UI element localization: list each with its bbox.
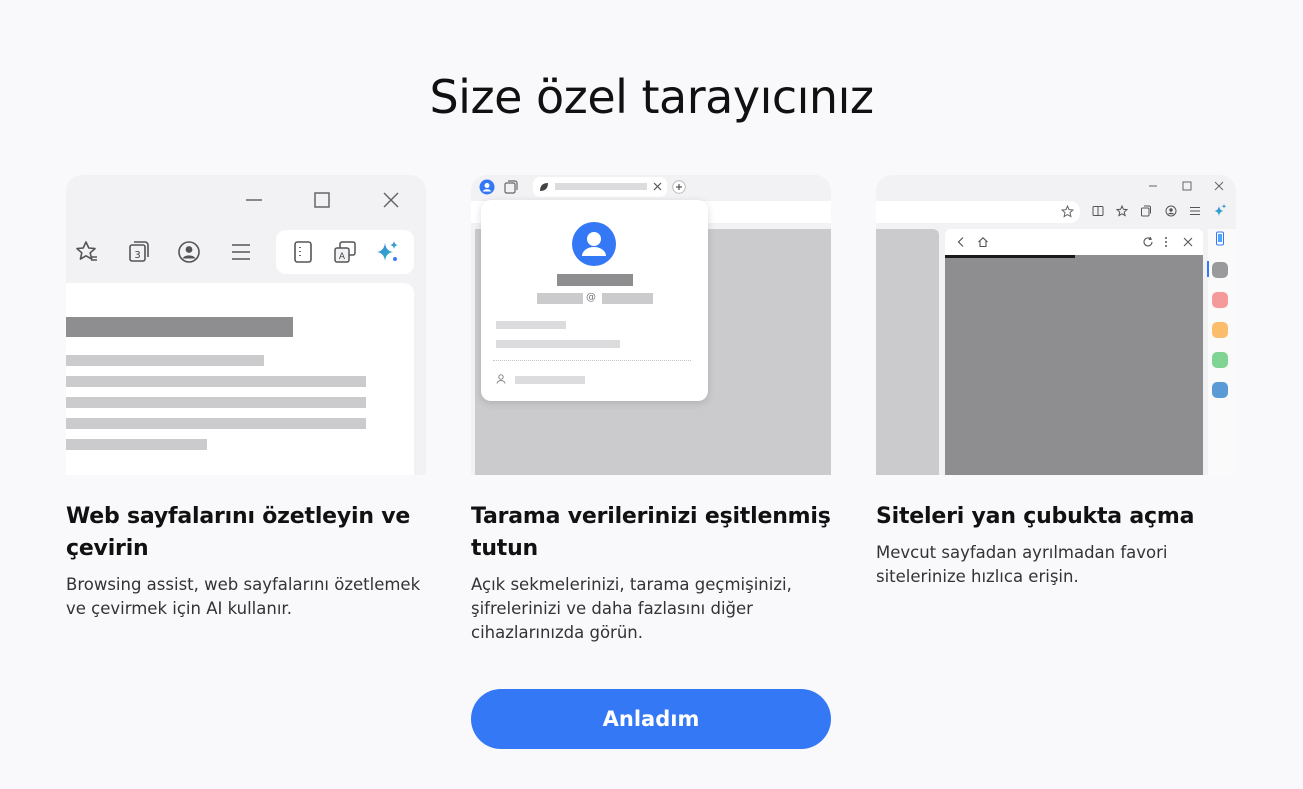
tabs-count-icon	[503, 179, 519, 195]
feature-card-sync: @ Tarama verilerinizi eşitlenmiş tutun A…	[471, 175, 831, 645]
profile-avatar-icon	[479, 179, 495, 195]
favorites-icon	[1116, 205, 1128, 217]
account-avatar-icon	[572, 222, 616, 266]
reload-icon	[1142, 236, 1154, 248]
illustration-sync: @	[471, 175, 831, 475]
tab-count-badge: 3	[134, 250, 140, 261]
tab-close-icon	[653, 182, 662, 191]
maximize-icon	[312, 191, 332, 209]
profile-icon	[176, 239, 202, 265]
email-user-placeholder	[537, 293, 583, 304]
close-icon	[381, 190, 401, 210]
ai-sparkle-icon	[1212, 203, 1228, 219]
sidebar-site-icon	[1212, 262, 1228, 278]
phone-icon	[1214, 231, 1226, 247]
close-icon	[1214, 181, 1224, 191]
menu-line-placeholder	[515, 376, 585, 384]
bookmark-star-icon	[74, 239, 100, 265]
card-description: Açık sekmelerinizi, tarama geçmişinizi, …	[471, 575, 792, 642]
loading-progress-bar	[945, 255, 1075, 258]
new-tab-icon	[672, 180, 686, 194]
text-line-placeholder	[66, 355, 264, 366]
sidebar-site-icon	[1212, 382, 1228, 398]
home-icon	[977, 236, 989, 248]
main-page-area	[876, 229, 939, 475]
sidebar-site-icon	[1212, 322, 1228, 338]
tabs-count-icon	[1140, 205, 1152, 217]
got-it-button[interactable]: Anladım	[471, 689, 831, 749]
sidebar-site-icon	[1212, 352, 1228, 368]
more-options-icon	[1163, 236, 1169, 248]
maximize-icon	[1182, 181, 1192, 191]
person-icon	[496, 374, 506, 384]
active-indicator	[1207, 261, 1209, 277]
heading-placeholder	[66, 317, 293, 337]
feature-card-summarize: 3 A Web sayfalarını özetleyin ve çevirin…	[66, 175, 426, 621]
illustration-summarize: 3 A	[66, 175, 426, 475]
text-line-placeholder	[66, 418, 366, 429]
card-description: Mevcut sayfadan ayrılmadan favori sitele…	[876, 543, 1168, 586]
sidebar-site-icon	[1212, 292, 1228, 308]
menu-icon	[1189, 205, 1201, 217]
svg-text:A: A	[339, 252, 346, 262]
tabs-count-icon: 3	[126, 239, 152, 265]
illustration-sidebar	[876, 175, 1236, 475]
text-line-placeholder	[66, 397, 366, 408]
back-arrow-icon	[956, 236, 966, 248]
leaf-icon	[539, 182, 549, 192]
popup-divider	[493, 360, 691, 361]
card-title: Siteleri yan çubukta açma	[876, 504, 1195, 529]
account-name-placeholder	[557, 274, 633, 286]
minimize-icon	[244, 191, 264, 209]
menu-icon	[228, 239, 254, 265]
menu-line-placeholder	[496, 340, 620, 348]
close-panel-icon	[1182, 236, 1194, 248]
minimize-icon	[1148, 182, 1158, 190]
text-line-placeholder	[66, 439, 207, 450]
bookmark-star-icon	[1061, 205, 1074, 218]
card-title: Tarama verilerinizi eşitlenmiş tutun	[471, 504, 831, 561]
feature-card-sidebar: Siteleri yan çubukta açma Mevcut sayfada…	[876, 175, 1236, 589]
email-domain-placeholder	[602, 293, 653, 304]
profile-icon	[1165, 205, 1177, 217]
sidebar-panel-icon	[290, 239, 316, 265]
text-line-placeholder	[66, 376, 366, 387]
tab-title-placeholder	[555, 183, 647, 190]
split-view-icon	[1092, 205, 1104, 217]
email-at-sign: @	[586, 292, 596, 303]
ai-sparkle-icon	[373, 238, 401, 266]
translate-icon: A	[332, 239, 358, 265]
card-description: Browsing assist, web sayfalarını özetlem…	[66, 575, 421, 618]
address-bar	[876, 201, 1080, 223]
sidebar-web-content	[945, 255, 1203, 475]
menu-line-placeholder	[496, 321, 566, 329]
page-title: Size özel tarayıcınız	[429, 70, 874, 124]
card-title: Web sayfalarını özetleyin ve çevirin	[66, 504, 411, 561]
